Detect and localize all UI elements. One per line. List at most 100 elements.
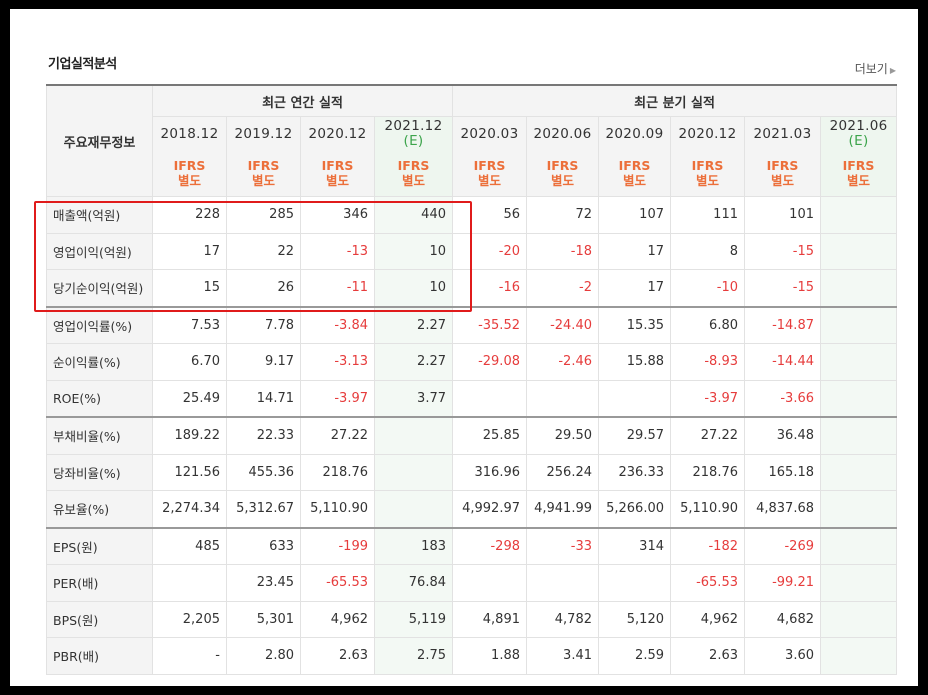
table-cell: 4,682 xyxy=(744,600,821,638)
row-label: 당좌비율(%) xyxy=(46,453,153,491)
ifrs-type: 별도 xyxy=(177,173,201,188)
row-label: PBR(배) xyxy=(46,637,153,675)
table-cell: 15 xyxy=(152,269,227,307)
financial-table: 주요재무정보 최근 연간 실적 최근 분기 실적 2018.12 2019.12 2… xyxy=(46,84,898,675)
ifrs-standard: IFRS xyxy=(321,158,354,173)
table-cell: 7.53 xyxy=(152,305,227,344)
ifrs-standard: IFRS xyxy=(546,158,579,173)
table-cell: 36.48 xyxy=(744,416,821,455)
table-row: ROE(%) 25.49 14.71 -3.97 3.77 -3.97 -3.66 xyxy=(46,379,898,418)
table-cell xyxy=(819,490,898,528)
table-cell: 633 xyxy=(226,526,301,565)
ifrs-label-0: IFRS 별도 xyxy=(152,150,227,197)
table-cell xyxy=(374,453,453,491)
period-header-7: 2020.12 xyxy=(670,116,745,150)
table-cell: -18 xyxy=(526,232,599,270)
table-cell: -33 xyxy=(526,526,599,565)
table-body: 매출액(억원) 228 285 346 440 56 72 107 111 101 영업이익(억원)… xyxy=(46,196,898,675)
table-cell: 4,941.99 xyxy=(526,490,599,528)
table-cell: 2.75 xyxy=(374,637,453,675)
table-cell: 22 xyxy=(226,232,301,270)
table-cell: 56 xyxy=(452,196,527,234)
table-row: 당기순이익(억원) 15 26 -11 10 -16 -2 17 -10 -15 xyxy=(46,269,898,307)
table-cell: 2.27 xyxy=(374,343,453,381)
ifrs-type: 별도 xyxy=(401,173,425,188)
table-cell: 4,962 xyxy=(300,600,375,638)
ifrs-type: 별도 xyxy=(847,173,871,188)
period-header-2: 2020.12 xyxy=(300,116,375,150)
table-cell: 6.80 xyxy=(670,305,745,344)
ifrs-standard: IFRS xyxy=(842,158,875,173)
table-cell: -20 xyxy=(452,232,527,270)
row-label: 순이익률(%) xyxy=(46,343,153,381)
table-cell: -99.21 xyxy=(744,564,821,602)
table-cell: 26 xyxy=(226,269,301,307)
table-cell: 236.33 xyxy=(598,453,671,491)
table-cell xyxy=(598,564,671,602)
ifrs-label-4: IFRS 별도 xyxy=(452,150,527,197)
table-cell: 7.78 xyxy=(226,305,301,344)
ifrs-label-5: IFRS 별도 xyxy=(526,150,599,197)
table-cell xyxy=(598,379,671,418)
table-cell: 2.27 xyxy=(374,305,453,344)
period-label: 2020.12 xyxy=(308,125,367,142)
table-cell: 346 xyxy=(300,196,375,234)
ifrs-label-9: IFRS 별도 xyxy=(819,150,898,197)
section-title: 기업실적분석 xyxy=(48,57,117,72)
period-label: 2020.06 xyxy=(533,125,592,142)
ifrs-label-2: IFRS 별도 xyxy=(300,150,375,197)
table-cell: 5,266.00 xyxy=(598,490,671,528)
table-cell: 5,110.90 xyxy=(300,490,375,528)
annual-group-header: 최근 연간 실적 xyxy=(152,84,453,117)
table-cell: 2.80 xyxy=(226,637,301,675)
table-cell: 14.71 xyxy=(226,379,301,418)
period-header-6: 2020.09 xyxy=(598,116,671,150)
table-cell: -14.87 xyxy=(744,305,821,344)
table-cell: 29.50 xyxy=(526,416,599,455)
table-cell: 8 xyxy=(670,232,745,270)
ifrs-label-7: IFRS 별도 xyxy=(670,150,745,197)
table-cell: -65.53 xyxy=(670,564,745,602)
table-row: 영업이익(억원) 17 22 -13 10 -20 -18 17 8 -15 xyxy=(46,232,898,270)
more-link-label: 더보기 xyxy=(854,62,888,76)
table-cell: 4,962 xyxy=(670,600,745,638)
period-header-5: 2020.06 xyxy=(526,116,599,150)
row-label: ROE(%) xyxy=(46,379,153,418)
table-cell xyxy=(819,343,898,381)
row-label: PER(배) xyxy=(46,564,153,602)
estimate-mark: (E) xyxy=(403,132,424,149)
table-cell: -24.40 xyxy=(526,305,599,344)
table-cell: 5,120 xyxy=(598,600,671,638)
table-cell: 25.49 xyxy=(152,379,227,418)
ifrs-type: 별도 xyxy=(251,173,275,188)
table-cell: -29.08 xyxy=(452,343,527,381)
table-row: 순이익률(%) 6.70 9.17 -3.13 2.27 -29.08 -2.46 15.88… xyxy=(46,343,898,381)
period-label: 2020.12 xyxy=(678,125,737,142)
table-cell: -2 xyxy=(526,269,599,307)
row-label: 매출액(억원) xyxy=(46,196,153,234)
table-cell xyxy=(526,379,599,418)
table-cell: -3.97 xyxy=(300,379,375,418)
table-cell: 107 xyxy=(598,196,671,234)
table-cell xyxy=(819,416,898,455)
table-cell: -269 xyxy=(744,526,821,565)
period-header-1: 2019.12 xyxy=(226,116,301,150)
row-label: 당기순이익(억원) xyxy=(46,269,153,307)
table-cell: 5,119 xyxy=(374,600,453,638)
table-cell: 285 xyxy=(226,196,301,234)
table-cell: 2.63 xyxy=(670,637,745,675)
table-cell: 183 xyxy=(374,526,453,565)
more-link[interactable]: 더보기 ▶ xyxy=(855,60,896,77)
table-cell: 5,110.90 xyxy=(670,490,745,528)
table-cell: 15.88 xyxy=(598,343,671,381)
table-cell: 111 xyxy=(670,196,745,234)
period-label: 2018.12 xyxy=(160,125,219,142)
table-cell: 3.77 xyxy=(374,379,453,418)
table-cell: 256.24 xyxy=(526,453,599,491)
table-cell: 76.84 xyxy=(374,564,453,602)
ifrs-label-8: IFRS 별도 xyxy=(744,150,821,197)
ifrs-standard: IFRS xyxy=(766,158,799,173)
table-cell xyxy=(526,564,599,602)
table-cell: -10 xyxy=(670,269,745,307)
table-cell xyxy=(819,269,898,307)
